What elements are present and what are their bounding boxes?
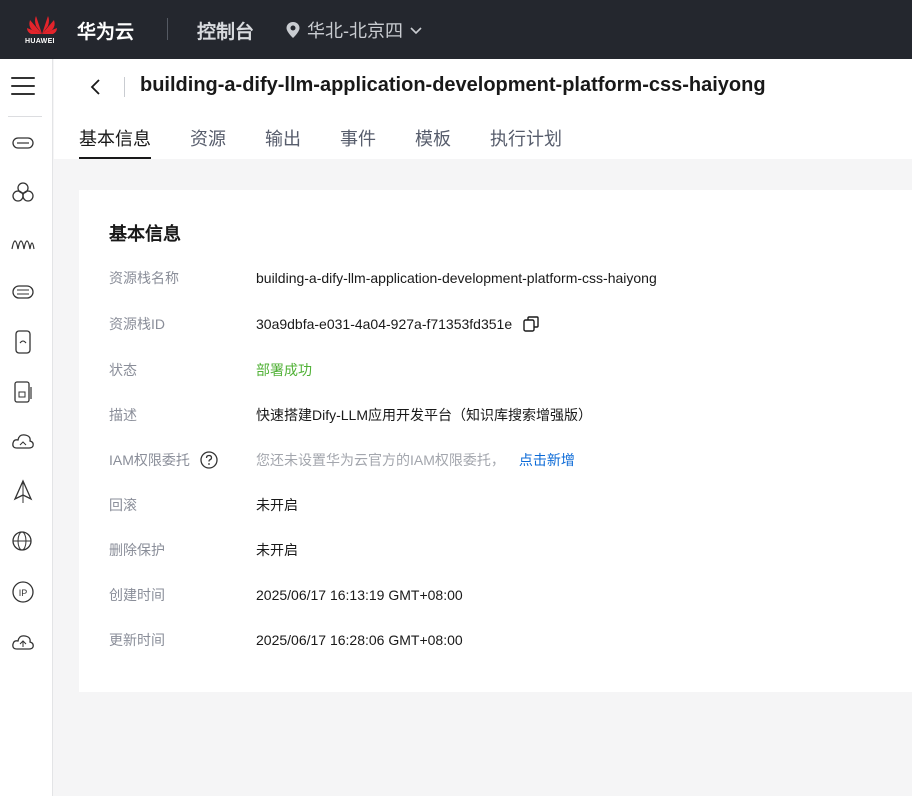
info-row-created: 创建时间 2025/06/17 16:13:19 GMT+08:00	[109, 584, 463, 606]
stack-name-value: building-a-dify-llm-application-developm…	[256, 270, 657, 286]
info-row-updated: 更新时间 2025/06/17 16:28:06 GMT+08:00	[109, 629, 463, 651]
created-time-value: 2025/06/17 16:13:19 GMT+08:00	[256, 587, 463, 603]
info-label: 创建时间	[109, 587, 165, 603]
storage-icon[interactable]	[10, 379, 36, 405]
info-row-status: 状态 部署成功	[109, 359, 312, 381]
rollback-value: 未开启	[256, 497, 298, 513]
svg-text:IP: IP	[19, 588, 28, 598]
stack-id-value-wrap: 30a9dbfa-e031-4a04-927a-f71353fd351e	[256, 315, 540, 333]
region-label: 华北-北京四	[307, 21, 403, 41]
chevron-down-icon	[410, 27, 422, 35]
info-row-stack-name: 资源栈名称 building-a-dify-llm-application-de…	[109, 267, 657, 289]
region-selector[interactable]: 华北-北京四	[285, 17, 423, 43]
description-value: 快速搭建Dify-LLM应用开发平台（知识库搜索增强版）	[256, 407, 593, 423]
cloud-icon[interactable]	[10, 429, 36, 455]
info-row-stack-id: 资源栈ID 30a9dbfa-e031-4a04-927a-f71353fd35…	[109, 313, 540, 335]
info-label: 更新时间	[109, 632, 165, 648]
tab-outputs[interactable]: 输出	[265, 125, 301, 159]
info-row-iam: IAM权限委托 您还未设置华为云官方的IAM权限委托， 点击新增	[109, 449, 575, 471]
info-row-delete-protection: 删除保护 未开启	[109, 539, 298, 561]
delete-protection-value: 未开启	[256, 542, 298, 558]
info-label: 资源栈名称	[109, 270, 179, 286]
disk-icon[interactable]	[10, 279, 36, 305]
info-label: 状态	[109, 362, 137, 378]
phone-icon[interactable]	[10, 329, 36, 355]
info-row-rollback: 回滚 未开启	[109, 494, 298, 516]
brand-name[interactable]: 华为云	[77, 17, 134, 44]
top-navigation-bar: HUAWEI 华为云 控制台 华北-北京四	[0, 0, 912, 59]
copy-icon[interactable]	[522, 315, 540, 333]
info-label: 描述	[109, 407, 137, 423]
iam-value: 您还未设置华为云官方的IAM权限委托，	[256, 452, 505, 468]
tab-basic-info[interactable]: 基本信息	[79, 125, 151, 159]
help-icon[interactable]	[200, 451, 218, 469]
back-arrow-icon[interactable]	[86, 77, 106, 97]
distribution-icon[interactable]	[10, 479, 36, 505]
status-value: 部署成功	[256, 362, 312, 378]
info-label: IAM权限委托	[109, 452, 190, 468]
ecs-icon[interactable]	[10, 130, 36, 156]
header-divider	[124, 77, 125, 97]
globe-icon[interactable]	[10, 529, 36, 555]
card-title: 基本信息	[109, 224, 181, 244]
cloud-upload-icon[interactable]	[10, 629, 36, 655]
basic-info-card: 基本信息 资源栈名称 building-a-dify-llm-applicati…	[79, 190, 912, 692]
left-sidebar: IP	[0, 59, 53, 796]
cluster-icon[interactable]	[10, 180, 36, 206]
sidebar-divider	[8, 116, 42, 117]
menu-icon[interactable]	[11, 77, 35, 97]
page-header: building-a-dify-llm-application-developm…	[54, 59, 912, 159]
add-iam-link[interactable]: 点击新增	[519, 450, 575, 470]
info-label-wrap: IAM权限委托	[109, 450, 256, 470]
tab-events[interactable]: 事件	[340, 125, 376, 159]
stack-id-value: 30a9dbfa-e031-4a04-927a-f71353fd351e	[256, 316, 513, 332]
console-link[interactable]: 控制台	[197, 17, 254, 44]
location-pin-icon	[286, 22, 300, 38]
tab-template[interactable]: 模板	[415, 125, 451, 159]
huawei-logo-text: HUAWEI	[25, 38, 55, 45]
info-label: 回滚	[109, 497, 137, 513]
info-row-description: 描述 快速搭建Dify-LLM应用开发平台（知识库搜索增强版）	[109, 404, 592, 426]
updated-time-value: 2025/06/17 16:28:06 GMT+08:00	[256, 632, 463, 648]
info-label: 删除保护	[109, 542, 165, 558]
topbar-divider	[167, 18, 168, 40]
ip-icon[interactable]: IP	[10, 579, 36, 605]
tab-resources[interactable]: 资源	[190, 125, 226, 159]
info-label: 资源栈ID	[109, 316, 165, 332]
page-title: building-a-dify-llm-application-developm…	[140, 74, 766, 96]
iam-value-wrap: 您还未设置华为云官方的IAM权限委托， 点击新增	[256, 450, 575, 470]
wave-icon[interactable]	[10, 229, 36, 255]
tab-execution-plan[interactable]: 执行计划	[490, 125, 562, 159]
tab-bar: 基本信息 资源 输出 事件 模板 执行计划	[79, 125, 601, 159]
